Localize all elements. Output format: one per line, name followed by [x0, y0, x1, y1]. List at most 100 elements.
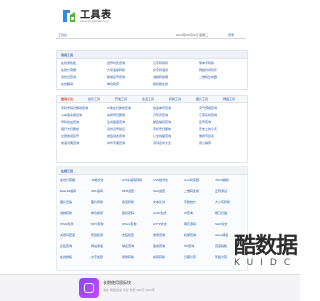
online-tool-link[interactable]: HTTP状态 — [153, 222, 181, 226]
online-tool-link[interactable]: SHA加密 — [153, 189, 181, 193]
online-tool-link[interactable]: PING检测 — [60, 222, 88, 226]
online-tool-link[interactable]: 正则测试 — [215, 189, 243, 193]
online-tool-link[interactable]: 单位换算 — [91, 211, 119, 215]
online-tool-link[interactable]: 友链检查 — [122, 233, 150, 237]
online-tool-link[interactable]: JSON解析 — [215, 178, 243, 182]
tab-6[interactable]: 网络工具 — [223, 97, 235, 101]
query-tool-link[interactable]: 天气预报查询 — [199, 106, 242, 110]
common-tool-link[interactable]: 二维码生成器 — [199, 75, 242, 79]
query-tool-link[interactable]: 区号查询 — [199, 120, 242, 124]
login-link[interactable]: 登录 — [228, 33, 234, 37]
online-tool-link[interactable]: PR查询 — [184, 244, 212, 248]
query-tool-link[interactable]: 全国电话区号 — [61, 134, 104, 138]
query-tool-link[interactable]: 汇率实时查询 — [199, 113, 242, 117]
online-tool-link[interactable]: 文本比对 — [153, 200, 181, 204]
query-tool-link[interactable]: 手机号归属地 — [153, 127, 196, 131]
tab-0[interactable]: 查询工具 — [61, 97, 73, 101]
online-tool-link[interactable]: 简繁转换 — [122, 255, 150, 259]
online-tool-link[interactable]: 图片转换 — [91, 200, 119, 204]
tab-1[interactable]: 站长工具 — [88, 97, 100, 101]
query-tool-link[interactable]: 邮政编码查询 — [153, 120, 196, 124]
common-tool-link[interactable]: 单位换算 — [107, 82, 150, 86]
online-tool-link[interactable]: IP查询 — [184, 211, 212, 215]
logo-icon[interactable] — [62, 9, 76, 23]
online-tool-link[interactable]: SEO综合 — [215, 222, 243, 226]
common-tool-link[interactable]: 邮编区号查询 — [107, 75, 150, 79]
query-tool-link[interactable]: 身份证号验证 — [107, 127, 150, 131]
query-tool-link[interactable]: 万年历查询 — [153, 113, 196, 117]
online-tool-link[interactable]: 网页源码 — [184, 222, 212, 226]
query-tool-link[interactable]: 生肖星座查询 — [107, 120, 150, 124]
query-tool-link[interactable]: 诗词名句大全 — [153, 141, 196, 145]
tab-2[interactable]: 开发工具 — [115, 97, 127, 101]
online-tool-link[interactable]: 日期计算 — [184, 255, 212, 259]
online-tool-link[interactable]: 死链检测 — [91, 233, 119, 237]
online-tool-link[interactable]: 大小写转换 — [215, 200, 243, 204]
watermark-subtext: KUIDC — [234, 258, 298, 268]
common-tool-link[interactable]: 网络时间同步 — [199, 68, 242, 72]
tab-3[interactable]: 生活工具 — [142, 97, 154, 101]
online-tool-link[interactable]: Unix时间戳 — [184, 178, 212, 182]
query-tools-grid: 手机号码归属地查询 IP地址归属地查询 快递单号查询 天气预报查询火车票余票查询 车牌号… — [57, 106, 247, 162]
online-tool-link[interactable]: 色值转换 — [122, 200, 150, 204]
query-tool-link[interactable]: 周公解梦 — [199, 141, 242, 145]
common-tool-link[interactable]: 在线翻译 — [61, 82, 104, 86]
online-tool-link[interactable]: 权重查询 — [184, 233, 212, 237]
common-tool-link[interactable]: 大写金额转换 — [107, 68, 150, 72]
online-tool-link[interactable]: 二维码生成 — [184, 189, 212, 193]
query-tool-link[interactable]: 中华字典查询 — [107, 141, 150, 145]
ad-title[interactable]: 长期使用国际快 — [103, 280, 131, 286]
online-tool-link[interactable]: 域名查询 — [122, 244, 150, 248]
tab-4[interactable]: 转换工具 — [169, 97, 181, 101]
online-tool-link[interactable]: 拼音转换 — [153, 255, 181, 259]
query-tool-link[interactable]: 历史上的今天 — [199, 127, 242, 131]
tab-5[interactable]: 图片工具 — [196, 97, 208, 101]
online-tool-link[interactable]: 收录查询 — [153, 233, 181, 237]
online-tool-link[interactable]: CSS格式化 — [153, 178, 181, 182]
common-tool-link[interactable]: 繁体字转换 — [199, 61, 242, 65]
query-tool-link[interactable]: 电视节目表 — [199, 134, 242, 138]
online-tool-link[interactable]: 在线排版 — [60, 255, 88, 259]
query-tool-link[interactable]: 火车票余票查询 — [61, 113, 104, 117]
online-tool-link[interactable]: 反链查询 — [60, 244, 88, 248]
common-tools-title: 常用工具 — [61, 52, 74, 57]
query-tool-link[interactable]: 公交线路查询 — [153, 134, 196, 138]
query-tool-link[interactable]: 快递单号查询 — [153, 106, 196, 110]
common-tool-link[interactable]: 世界时区查询 — [107, 61, 150, 65]
common-tool-link[interactable]: 文字转语音 — [153, 68, 196, 72]
common-tool-link[interactable]: 在线调色板 — [61, 61, 104, 65]
online-tool-link[interactable]: UUID生成 — [153, 211, 181, 215]
online-tool-link[interactable]: 进制转换 — [60, 211, 88, 215]
online-tool-link[interactable]: JS格式化 — [91, 178, 119, 182]
common-tool-link[interactable]: 在线计算器 — [61, 68, 104, 72]
online-tool-link[interactable]: 关键词密度 — [60, 233, 88, 237]
common-tool-link[interactable]: 随机数生成 — [153, 82, 196, 86]
online-tool-link[interactable]: MD5加密 — [122, 189, 150, 193]
online-tool-link[interactable]: 备案查询 — [153, 244, 181, 248]
home-link[interactable]: 工具表 — [58, 33, 67, 37]
query-tool-link[interactable]: 航班动态查询 — [107, 134, 150, 138]
ad-subtitle: 海外 网络加速 平台 免费 200万 2024年 — [103, 288, 155, 292]
online-tool-link[interactable]: Base64编码 — [60, 189, 88, 193]
online-tool-link[interactable]: HTML编码转换 — [122, 178, 150, 182]
online-tool-link[interactable]: Whois查询 — [122, 222, 150, 226]
query-tool-link[interactable]: 车牌号归属地 — [107, 113, 150, 117]
online-tool-link[interactable]: URL编码 — [91, 189, 119, 193]
online-tool-link[interactable]: 随机密码 — [122, 211, 150, 215]
online-tool-link[interactable]: 在线计算器 — [60, 178, 88, 182]
site-header: 工具表 www.gongjubiao.com — [0, 0, 300, 28]
query-tool-link[interactable]: 银行卡归属地 — [61, 127, 104, 131]
query-tool-link[interactable]: 成语词典查询 — [61, 141, 104, 145]
online-tool-link[interactable]: 字数统计 — [184, 200, 212, 204]
online-tool-link[interactable]: DNS查询 — [91, 222, 119, 226]
query-tool-link[interactable]: IP地址归属地查询 — [107, 106, 150, 110]
online-tool-link[interactable]: 端口扫描 — [215, 211, 243, 215]
common-tool-link[interactable]: 进制转换器 — [153, 75, 196, 79]
online-tool-link[interactable]: 网站测速 — [91, 244, 119, 248]
query-tool-link[interactable]: 手机号码归属地查询 — [61, 106, 104, 110]
common-tool-link[interactable]: 身份证查询 — [61, 75, 104, 79]
online-tool-link[interactable]: 文字加密 — [91, 255, 119, 259]
online-tool-link[interactable]: 图片压缩 — [60, 200, 88, 204]
common-tool-link[interactable]: 汉字转拼音 — [153, 61, 196, 65]
query-tool-link[interactable]: 号码吉凶查询 — [61, 120, 104, 124]
